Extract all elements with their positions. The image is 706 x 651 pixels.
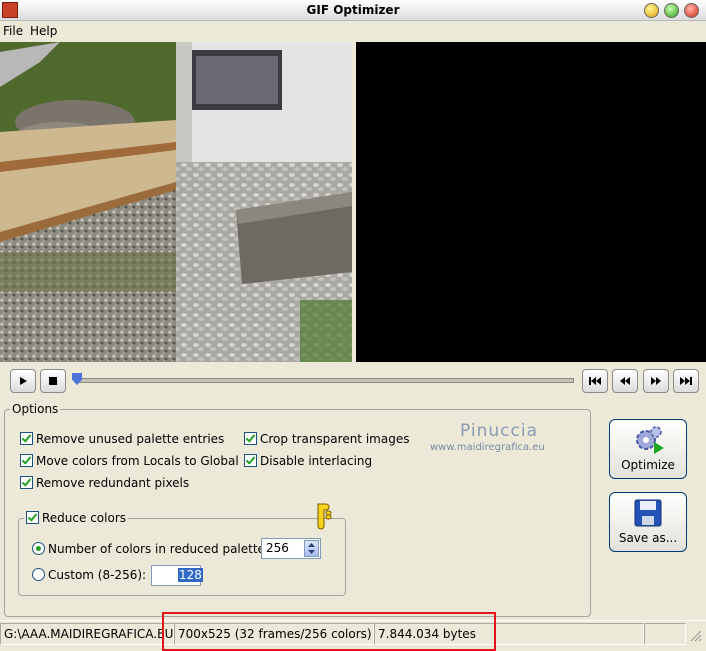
menu-file[interactable]: File [3,24,23,38]
maximize-button[interactable] [664,3,679,18]
move-colors-option[interactable]: Move colors from Locals to Global [20,454,239,468]
remove-redundant-label: Remove redundant pixels [36,476,190,490]
move-colors-checkbox[interactable] [20,454,33,467]
reduce-colors-label: Reduce colors [42,511,126,525]
optimize-button[interactable]: Optimize [609,419,687,479]
custom-colors-value: 128 [178,568,203,582]
play-icon [20,377,27,385]
spin-arrows-icon[interactable] [304,540,319,557]
gears-icon [636,426,664,454]
watermark-url: www.maidiregrafica.eu [430,442,545,453]
number-of-colors-option[interactable]: Number of colors in reduced palette: [32,542,269,556]
frame-slider[interactable] [76,378,574,383]
previous-frame-button[interactable] [612,369,638,393]
optimize-label: Optimize [621,458,675,472]
next-frame-button[interactable] [643,369,669,393]
palette-size-value: 256 [266,541,289,555]
remove-unused-checkbox[interactable] [20,432,33,445]
window-title: GIF Optimizer [306,3,400,17]
remove-redundant-checkbox[interactable] [20,476,33,489]
custom-radio[interactable] [32,568,45,581]
highlight-box [162,612,496,651]
rewind-icon [620,377,630,385]
remove-unused-option[interactable]: Remove unused palette entries [20,432,224,446]
palette-size-stepper[interactable]: 256 [261,538,321,559]
status-path-panel: G:\AAA.MAIDIREGRAFICA.EU\t [0,623,174,645]
original-preview [0,42,352,362]
crop-transparent-label: Crop transparent images [260,432,410,446]
last-frame-button[interactable] [673,369,699,393]
skip-back-icon [589,377,601,385]
custom-option[interactable]: Custom (8-256): [32,568,146,582]
close-button[interactable] [684,3,699,18]
stop-button[interactable] [40,369,66,393]
number-of-colors-radio[interactable] [32,542,45,555]
floppy-disk-icon [634,499,662,527]
crop-transparent-checkbox[interactable] [244,432,257,445]
move-colors-label: Move colors from Locals to Global [36,454,239,468]
minimize-button[interactable] [644,3,659,18]
crop-transparent-option[interactable]: Crop transparent images [244,432,409,446]
resize-grip-icon[interactable] [688,628,702,645]
remove-unused-label: Remove unused palette entries [36,432,225,446]
custom-label: Custom (8-256): [48,568,147,582]
status-extra-panel [644,623,686,645]
disable-interlacing-label: Disable interlacing [260,454,373,468]
menu-bar: File Help [0,21,706,41]
optimized-preview [356,42,706,362]
pointing-hand-icon [312,502,334,535]
custom-colors-input[interactable]: 128 [151,565,203,586]
remove-redundant-option[interactable]: Remove redundant pixels [20,476,189,490]
skip-forward-icon [680,377,692,385]
fast-forward-icon [651,377,661,385]
menu-help[interactable]: Help [30,24,57,38]
options-legend: Options [10,402,61,416]
watermark-name: Pinuccia [460,421,538,441]
first-frame-button[interactable] [582,369,608,393]
preview-image [0,42,352,362]
stop-icon [49,377,57,385]
save-as-label: Save as... [618,531,678,545]
number-of-colors-label: Number of colors in reduced palette: [48,542,269,556]
title-bar: GIF Optimizer [0,0,706,21]
frame-slider-thumb[interactable] [72,373,82,385]
reduce-colors-option[interactable]: Reduce colors [24,511,128,525]
disable-interlacing-option[interactable]: Disable interlacing [244,454,372,468]
disable-interlacing-checkbox[interactable] [244,454,257,467]
reduce-colors-checkbox[interactable] [26,511,39,524]
status-path: G:\AAA.MAIDIREGRAFICA.EU\t [4,627,174,641]
play-button[interactable] [10,369,36,393]
save-as-button[interactable]: Save as... [609,492,687,552]
